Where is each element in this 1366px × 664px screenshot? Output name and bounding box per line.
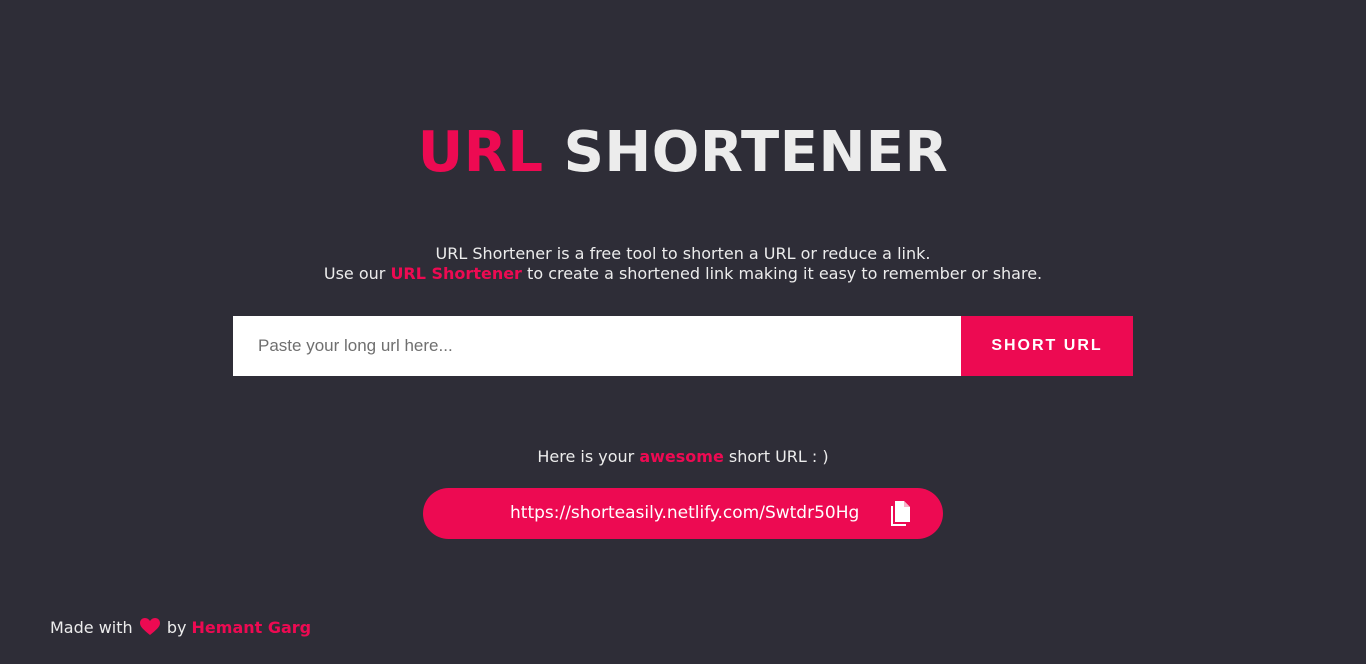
shorten-form: SHORT URL	[233, 316, 1133, 376]
title-accent: URL	[417, 120, 544, 185]
description-line-2-suffix: to create a shortened link making it eas…	[521, 264, 1043, 283]
short-url-button[interactable]: SHORT URL	[961, 316, 1133, 376]
footer-by: by	[161, 618, 192, 637]
page: URL SHORTENER URL Shortener is a free to…	[0, 0, 1366, 664]
short-url-result: https://shorteasily.netlify.com/Swtdr50H…	[423, 488, 943, 539]
author-link[interactable]: Hemant Garg	[192, 618, 312, 637]
result-label: Here is your awesome short URL : )	[0, 447, 1366, 467]
heart-icon	[139, 618, 160, 641]
description: URL Shortener is a free tool to shorten …	[0, 244, 1366, 284]
copy-icon[interactable]	[885, 498, 915, 528]
short-url-text[interactable]: https://shorteasily.netlify.com/Swtdr50H…	[510, 503, 859, 523]
description-line-2: Use our URL Shortener to create a shorte…	[0, 264, 1366, 284]
result-label-suffix: short URL : )	[723, 447, 829, 466]
footer-prefix: Made with	[50, 618, 138, 637]
description-accent: URL Shortener	[390, 264, 522, 283]
description-line-2-prefix: Use our	[323, 264, 391, 283]
result-label-accent: awesome	[639, 447, 724, 466]
page-title: URL SHORTENER	[0, 118, 1366, 188]
footer: Made with by Hemant Garg	[50, 618, 311, 641]
result-label-prefix: Here is your	[537, 447, 640, 466]
description-line-1: URL Shortener is a free tool to shorten …	[435, 244, 931, 263]
title-main: SHORTENER	[563, 120, 949, 185]
copy-icon-graphic	[891, 501, 910, 526]
long-url-input[interactable]	[233, 316, 961, 376]
